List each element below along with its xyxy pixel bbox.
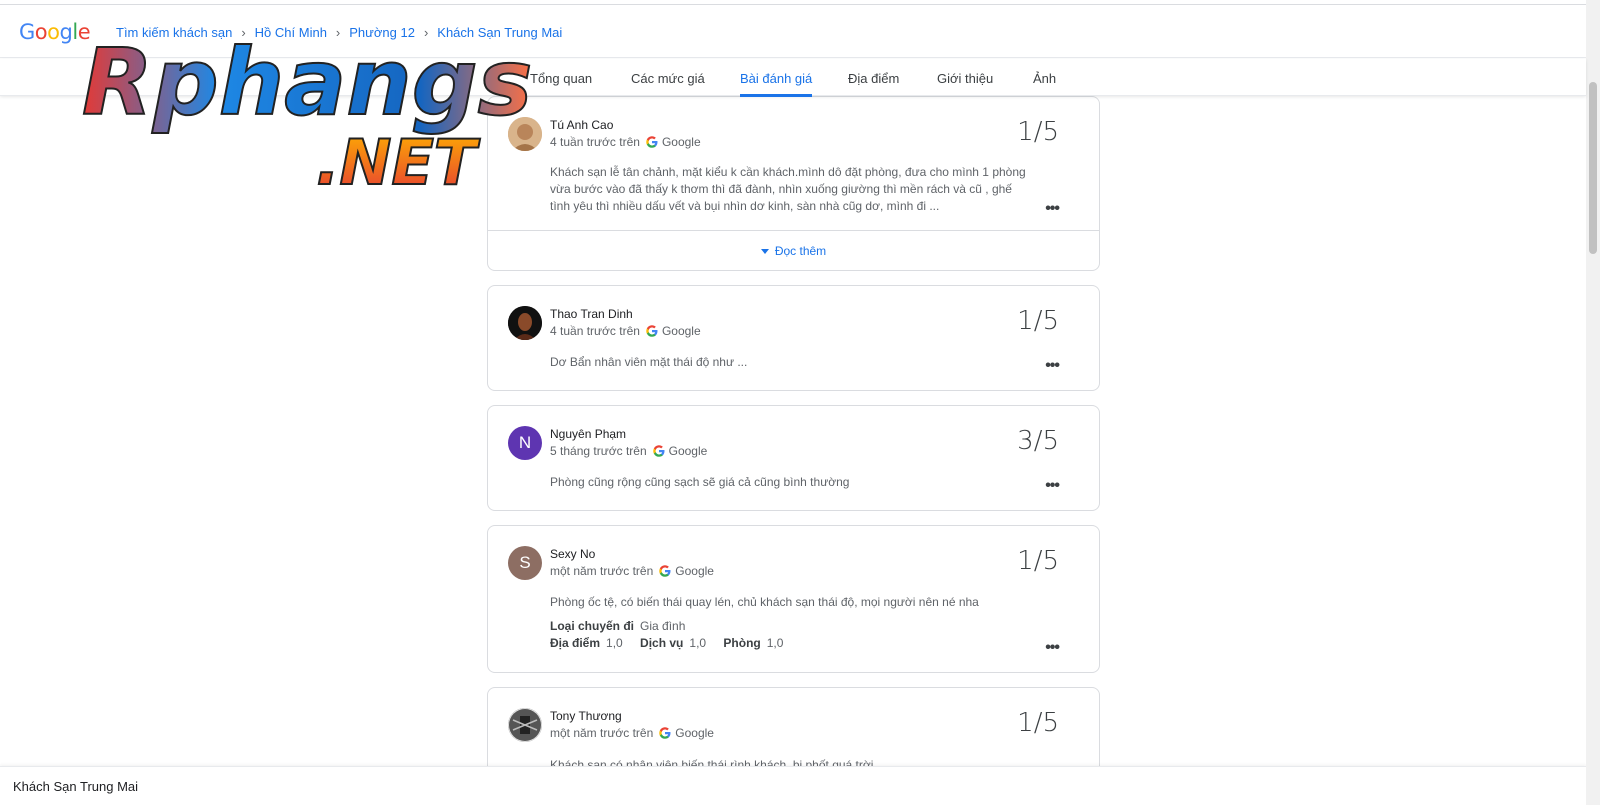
tab-overview[interactable]: Tổng quan	[530, 71, 592, 94]
scrollbar-thumb[interactable]	[1589, 82, 1597, 254]
avatar[interactable]	[508, 117, 542, 151]
footer-bar: Khách Sạn Trung Mai	[0, 766, 1586, 805]
trip-type-value: Gia đình	[640, 619, 686, 633]
review-score: 1/5	[1017, 708, 1059, 738]
review-time: 4 tuần trước trên	[550, 135, 640, 149]
review-text: Phòng ốc tệ, có biến thái quay lén, chủ …	[550, 595, 979, 609]
google-g-icon	[646, 325, 658, 337]
tab-photos[interactable]: Ảnh	[1033, 71, 1056, 94]
review-score: 1/5	[1017, 546, 1059, 576]
rating-label: Phòng	[723, 636, 761, 650]
rating-value: 1,0	[766, 636, 784, 650]
review-score: 1/5	[1017, 306, 1059, 336]
review-time: 4 tuần trước trên	[550, 324, 640, 338]
avatar[interactable]	[508, 306, 542, 340]
more-options-button[interactable]: •••	[1045, 640, 1060, 656]
breadcrumb-item[interactable]: Phường 12	[349, 25, 415, 40]
review-card: Thao Tran Dinh 4 tuần trước trên Google …	[487, 285, 1100, 391]
review-time: một năm trước trên	[550, 726, 654, 740]
review-score: 3/5	[1017, 426, 1059, 456]
review-text: Dơ Bẩn nhân viên mặt thái độ như ...	[550, 355, 748, 369]
review-meta: một năm trước trên Google	[550, 726, 714, 740]
review-meta: 5 tháng trước trên Google	[550, 444, 707, 458]
reviewer-name[interactable]: Nguyên Phạm	[550, 427, 626, 441]
more-options-button[interactable]: •••	[1045, 358, 1060, 374]
rating-value: 1,0	[606, 636, 623, 650]
avatar-initial: S	[519, 553, 531, 572]
tab-about[interactable]: Giới thiệu	[937, 71, 993, 94]
google-g-icon	[659, 727, 671, 739]
google-logo[interactable]: Google	[19, 20, 91, 44]
sub-ratings: Địa điểm 1,0 Dịch vụ 1,0 Phòng 1,0	[550, 636, 797, 650]
google-g-icon	[646, 136, 658, 148]
breadcrumb: Tìm kiếm khách sạn › Hồ Chí Minh › Phườn…	[116, 25, 562, 40]
review-source[interactable]: Google	[675, 564, 714, 578]
review-time: một năm trước trên	[550, 564, 654, 578]
rating-value: 1,0	[689, 636, 707, 650]
avatar[interactable]	[508, 708, 542, 742]
breadcrumb-item[interactable]: Khách Sạn Trung Mai	[437, 25, 562, 40]
chevron-right-icon: ›	[423, 25, 429, 40]
breadcrumb-item[interactable]: Hồ Chí Minh	[255, 25, 327, 40]
footer-title: Khách Sạn Trung Mai	[13, 779, 139, 794]
review-meta: 4 tuần trước trên Google	[550, 135, 701, 149]
tab-reviews[interactable]: Bài đánh giá	[740, 71, 813, 97]
trip-type-label: Loại chuyến đi	[550, 619, 635, 633]
review-meta: 4 tuần trước trên Google	[550, 324, 701, 338]
header: Google Tìm kiếm khách sạn › Hồ Chí Minh …	[0, 6, 1586, 58]
reviews-list: Tú Anh Cao 4 tuần trước trên Google 1/5 …	[0, 96, 1586, 766]
review-time: 5 tháng trước trên	[550, 444, 647, 458]
review-text: Phòng cũng rộng cũng sạch sẽ giá cả cũng…	[550, 475, 850, 489]
review-source[interactable]: Google	[675, 726, 714, 740]
chevron-right-icon: ›	[335, 25, 341, 40]
review-score: 1/5	[1017, 117, 1059, 147]
scrollbar[interactable]	[1586, 0, 1600, 805]
reviewer-name[interactable]: Sexy No	[550, 547, 595, 561]
more-options-button[interactable]: •••	[1045, 478, 1060, 494]
more-options-button[interactable]: •••	[1045, 201, 1060, 217]
review-source[interactable]: Google	[669, 444, 708, 458]
rating-label: Địa điểm	[550, 636, 601, 650]
reviewer-name[interactable]: Tú Anh Cao	[550, 118, 613, 132]
top-border	[0, 0, 1586, 5]
avatar[interactable]: S	[508, 546, 542, 580]
breadcrumb-item[interactable]: Tìm kiếm khách sạn	[116, 25, 232, 40]
review-text: Khách sạn lễ tân chảnh, mặt kiểu k cần k…	[550, 165, 1026, 213]
google-g-icon	[659, 565, 671, 577]
review-text: Khách sạn có nhân viên biến thái rình kh…	[550, 758, 874, 766]
review-card: N Nguyên Phạm 5 tháng trước trên Google …	[487, 405, 1100, 511]
read-more-button[interactable]: Đọc thêm	[488, 230, 1099, 271]
tab-prices[interactable]: Các mức giá	[631, 71, 705, 94]
review-source[interactable]: Google	[662, 324, 701, 338]
chevron-right-icon: ›	[241, 25, 246, 40]
tab-bar: Tổng quan Các mức giá Bài đánh giá Địa đ…	[0, 59, 1586, 97]
review-meta: một năm trước trên Google	[550, 564, 714, 578]
trip-type: Loại chuyến đi Gia đình	[550, 619, 699, 633]
review-card: Tony Thương một năm trước trên Google 1/…	[487, 687, 1100, 766]
read-more-label: Đọc thêm	[774, 244, 827, 258]
avatar-initial: N	[518, 433, 532, 452]
google-g-icon	[652, 445, 665, 457]
tab-location[interactable]: Địa điểm	[848, 71, 899, 94]
reviewer-name[interactable]: Tony Thương	[550, 709, 622, 723]
review-card: Tú Anh Cao 4 tuần trước trên Google 1/5 …	[487, 96, 1100, 271]
review-card: S Sexy No một năm trước trên Google 1/5 …	[487, 525, 1100, 673]
review-source[interactable]: Google	[662, 135, 701, 149]
caret-down-icon	[760, 248, 769, 254]
avatar[interactable]: N	[508, 426, 542, 460]
rating-label: Dịch vụ	[640, 636, 684, 650]
reviewer-name[interactable]: Thao Tran Dinh	[550, 307, 633, 321]
